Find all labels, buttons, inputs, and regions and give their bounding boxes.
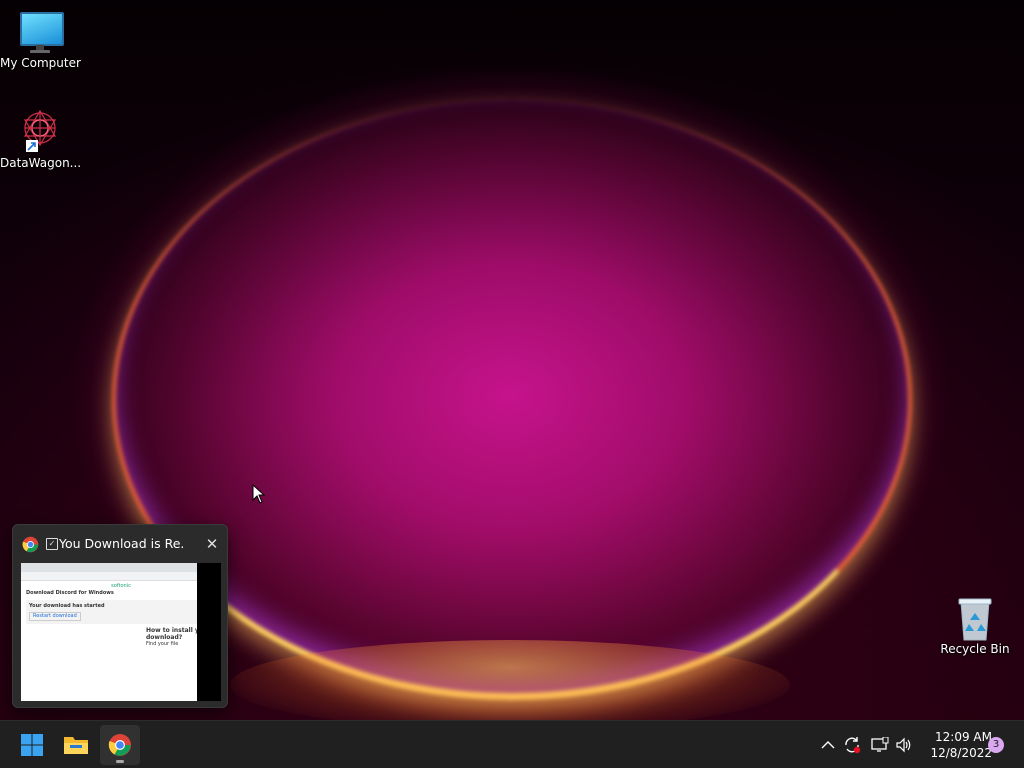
mouse-cursor-icon bbox=[252, 484, 266, 504]
taskbar-file-explorer[interactable] bbox=[56, 725, 96, 765]
desktop-icon-datawagon[interactable]: DataWagon... bbox=[0, 106, 82, 170]
checkbox-icon: ✓ bbox=[46, 538, 58, 550]
desktop-icon-label: DataWagon... bbox=[0, 156, 82, 170]
recycle-bin-icon bbox=[955, 596, 995, 641]
chrome-icon bbox=[108, 734, 131, 756]
desktop-icon-label: My Computer bbox=[0, 56, 81, 70]
chevron-up-icon[interactable] bbox=[818, 735, 838, 755]
preview-thumbnail[interactable]: softonic Download Discord for Windows Yo… bbox=[21, 563, 221, 701]
running-indicator bbox=[116, 760, 124, 763]
thumbnail-addressbar bbox=[21, 572, 221, 581]
clock[interactable]: 12:09 AM 12/8/2022 bbox=[920, 729, 992, 761]
desktop-icon-label: Recycle Bin bbox=[940, 642, 1010, 656]
wallpaper-glow bbox=[230, 640, 790, 720]
thumbnail-status-box: Your download has started Restart downlo… bbox=[26, 600, 216, 624]
chrome-icon bbox=[22, 536, 39, 553]
clock-time: 12:09 AM bbox=[935, 730, 992, 744]
thumbnail-site: softonic bbox=[111, 583, 131, 589]
thumbnail-heading: Download Discord for Windows bbox=[26, 590, 114, 596]
preview-title-row: ✓ You Download is Re... ✕ bbox=[13, 525, 227, 563]
datawagon-icon bbox=[16, 106, 64, 154]
desktop-icon-my-computer[interactable]: My Computer bbox=[0, 10, 81, 70]
computer-icon bbox=[18, 10, 64, 54]
desktop-icon-recycle-bin[interactable]: Recycle Bin bbox=[935, 596, 1015, 656]
thumbnail-black-bar bbox=[197, 563, 221, 701]
start-button[interactable] bbox=[12, 725, 52, 765]
volume-icon[interactable] bbox=[894, 735, 914, 755]
close-icon[interactable]: ✕ bbox=[203, 535, 221, 553]
file-explorer-icon bbox=[64, 737, 88, 754]
sync-icon[interactable] bbox=[842, 735, 862, 755]
chrome-window-preview[interactable]: ✓ You Download is Re... ✕ softonic Downl… bbox=[12, 524, 228, 708]
clock-date: 12/8/2022 bbox=[930, 746, 992, 760]
taskbar: 12:09 AM 12/8/2022 3 bbox=[0, 720, 1024, 768]
taskbar-chrome[interactable] bbox=[100, 725, 140, 765]
thumbnail-button: Restart download bbox=[29, 612, 81, 621]
thumbnail-content: softonic Download Discord for Windows Yo… bbox=[21, 581, 221, 650]
notification-badge[interactable]: 3 bbox=[988, 737, 1004, 753]
wallpaper-arc bbox=[112, 100, 912, 700]
start-icon bbox=[21, 734, 43, 756]
display-icon[interactable] bbox=[870, 735, 890, 755]
preview-title: You Download is Re... bbox=[59, 536, 185, 551]
thumbnail-status: Your download has started bbox=[29, 603, 105, 609]
thumbnail-tabbar bbox=[21, 563, 221, 572]
